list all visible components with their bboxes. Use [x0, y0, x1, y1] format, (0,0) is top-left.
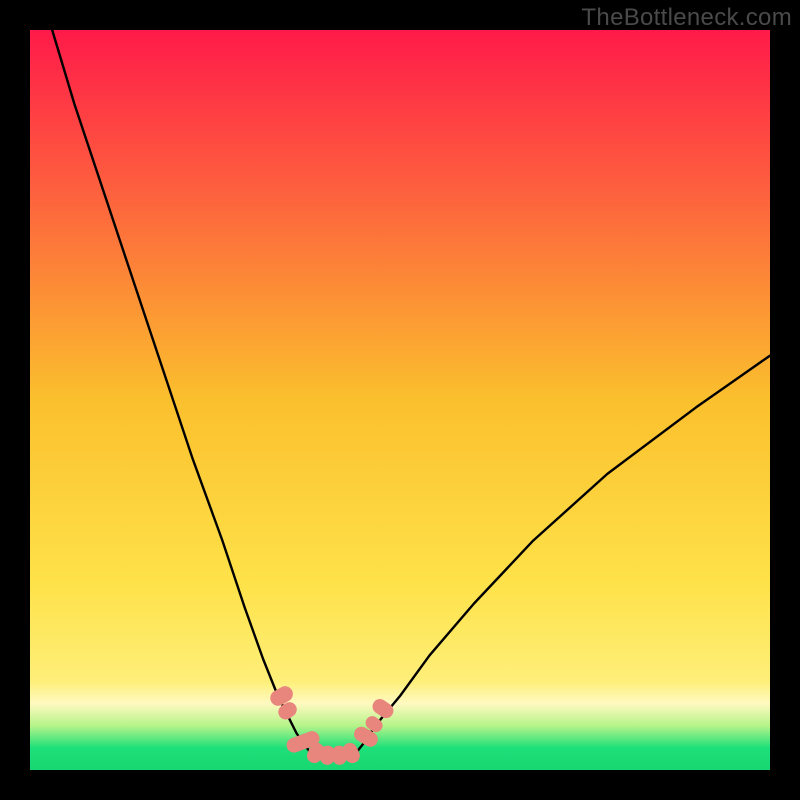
gradient-background [30, 30, 770, 770]
chart-svg [30, 30, 770, 770]
plot-area [30, 30, 770, 770]
chart-frame: TheBottleneck.com [0, 0, 800, 800]
watermark-text: TheBottleneck.com [581, 4, 792, 32]
